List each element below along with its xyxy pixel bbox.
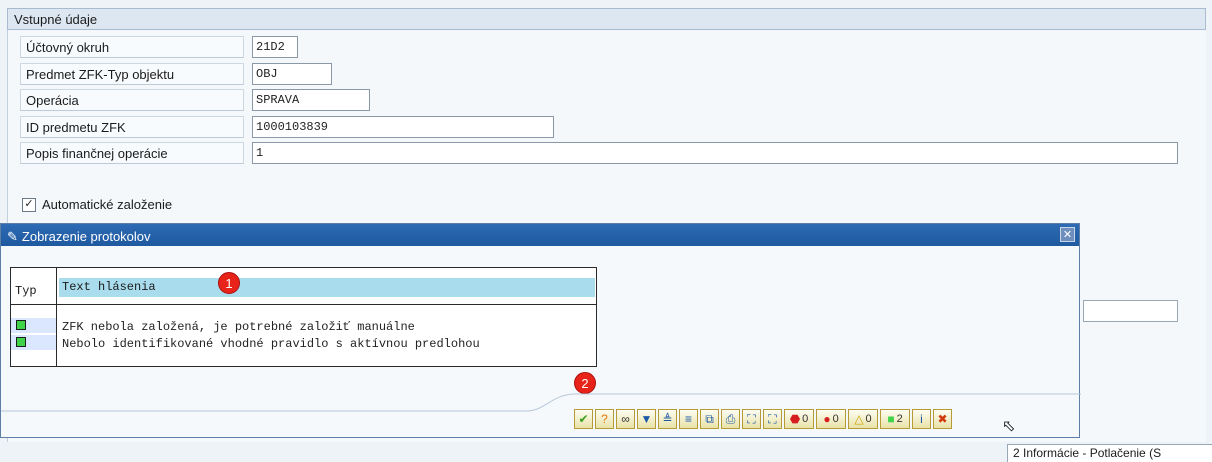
edit-document-icon: ✎ bbox=[7, 228, 18, 244]
auto-create-label: Automatické založenie bbox=[42, 197, 173, 212]
help-button[interactable]: ? bbox=[595, 409, 614, 429]
dialog-toolbar: ✔? ∞ ▼ ≜ ≡ ⧉ ⎙ ⛶ ⛶ ⬣ 0 ● 0 △ 0 ■ 2 i ✖ bbox=[574, 409, 952, 429]
log-table: Typ Text hlásenia ZFK nebola založená, j… bbox=[10, 267, 597, 367]
find-next-button[interactable]: ⛶ bbox=[763, 409, 782, 429]
stop-icon: ⬣ bbox=[789, 412, 801, 426]
log-table-header: Typ Text hlásenia bbox=[11, 268, 596, 305]
glasses-icon: ∞ bbox=[621, 412, 630, 426]
layout-icon: ⧉ bbox=[705, 412, 714, 426]
label-company-code: Účtovný okruh bbox=[20, 36, 244, 58]
input-operation[interactable]: SPRAVA bbox=[252, 89, 370, 111]
callout-marker-1: 1 bbox=[218, 272, 240, 294]
row-type-cell[interactable] bbox=[11, 335, 56, 350]
sum-button[interactable]: ≜ bbox=[658, 409, 677, 429]
stop-button[interactable]: ⬣ 0 bbox=[784, 409, 814, 429]
message-count: 0 bbox=[802, 413, 809, 425]
input-zfk-id[interactable]: 1000103839 bbox=[252, 116, 554, 138]
dialog-title-bar[interactable]: ✎ Zobrazenie protokolov ✕ bbox=[1, 224, 1079, 246]
input-company-code[interactable]: 21D2 bbox=[252, 36, 298, 58]
message-count: 0 bbox=[832, 413, 839, 425]
row-type-cell[interactable] bbox=[11, 318, 56, 333]
auto-create-checkbox[interactable]: ✓ bbox=[22, 197, 36, 212]
print-icon: ⎙ bbox=[725, 412, 736, 426]
find-icon: ⛶ bbox=[747, 412, 756, 426]
log-dialog: ✎ Zobrazenie protokolov ✕ Typ Text hláse… bbox=[0, 223, 1081, 438]
log-message-row[interactable]: ZFK nebola založená, je potrebné založiť… bbox=[62, 320, 415, 334]
cancel-icon: ✖ bbox=[937, 412, 948, 426]
green-light-icon bbox=[16, 337, 26, 347]
status-bar-text: 2 Informácie - Potlačenie (S bbox=[1013, 446, 1162, 460]
input-object-type[interactable]: OBJ bbox=[252, 63, 332, 85]
info-green-icon: ■ bbox=[887, 412, 895, 426]
find-next-icon: ⛶ bbox=[768, 412, 777, 426]
background-field bbox=[1083, 300, 1178, 322]
error-button[interactable]: ● 0 bbox=[816, 409, 846, 429]
glasses-button[interactable]: ∞ bbox=[616, 409, 635, 429]
column-header-type[interactable]: Typ bbox=[15, 284, 37, 298]
error-icon: ● bbox=[823, 412, 831, 426]
log-message-row[interactable]: Nebolo identifikované vhodné pravidlo s … bbox=[62, 337, 480, 351]
section-header-input-data: Vstupné údaje bbox=[7, 8, 1206, 30]
info-green-button[interactable]: ■ 2 bbox=[880, 409, 910, 429]
find-button[interactable]: ⛶ bbox=[742, 409, 761, 429]
filter-icon: ▼ bbox=[640, 412, 653, 426]
status-bar: 2 Informácie - Potlačenie (S bbox=[1007, 444, 1212, 462]
label-object-type: Predmet ZFK-Typ objektu bbox=[20, 63, 244, 85]
print-button[interactable]: ⎙ bbox=[721, 409, 740, 429]
sum-icon: ≜ bbox=[662, 412, 673, 426]
warning-icon: △ bbox=[854, 412, 864, 426]
warning-button[interactable]: △ 0 bbox=[848, 409, 878, 429]
information-icon: i bbox=[920, 412, 923, 426]
column-header-message-text[interactable]: Text hlásenia bbox=[59, 278, 595, 297]
checkbox-row-auto-create[interactable]: ✓ Automatické založenie bbox=[22, 197, 172, 212]
check-icon: ✔ bbox=[578, 412, 589, 426]
layout-button[interactable]: ⧉ bbox=[700, 409, 719, 429]
sort-button[interactable]: ≡ bbox=[679, 409, 698, 429]
sort-icon: ≡ bbox=[684, 412, 692, 426]
filter-button[interactable]: ▼ bbox=[637, 409, 656, 429]
label-zfk-id: ID predmetu ZFK bbox=[20, 116, 244, 138]
label-operation: Operácia bbox=[20, 89, 244, 111]
check-button[interactable]: ✔ bbox=[574, 409, 593, 429]
message-count: 2 bbox=[896, 413, 903, 425]
column-divider bbox=[56, 268, 57, 366]
help-icon: ? bbox=[601, 412, 608, 426]
information-button[interactable]: i bbox=[912, 409, 931, 429]
close-button[interactable]: ✕ bbox=[1060, 227, 1075, 242]
cancel-button[interactable]: ✖ bbox=[933, 409, 952, 429]
section-title: Vstupné údaje bbox=[14, 12, 98, 27]
mouse-cursor-icon: ⬁ bbox=[1002, 418, 1016, 435]
green-light-icon bbox=[16, 320, 26, 330]
dialog-title: Zobrazenie protokolov bbox=[21, 229, 151, 244]
callout-marker-2: 2 bbox=[574, 372, 596, 394]
input-financial-description[interactable]: 1 bbox=[252, 142, 1178, 164]
message-count: 0 bbox=[865, 413, 872, 425]
label-financial-description: Popis finančnej operácie bbox=[20, 142, 244, 164]
